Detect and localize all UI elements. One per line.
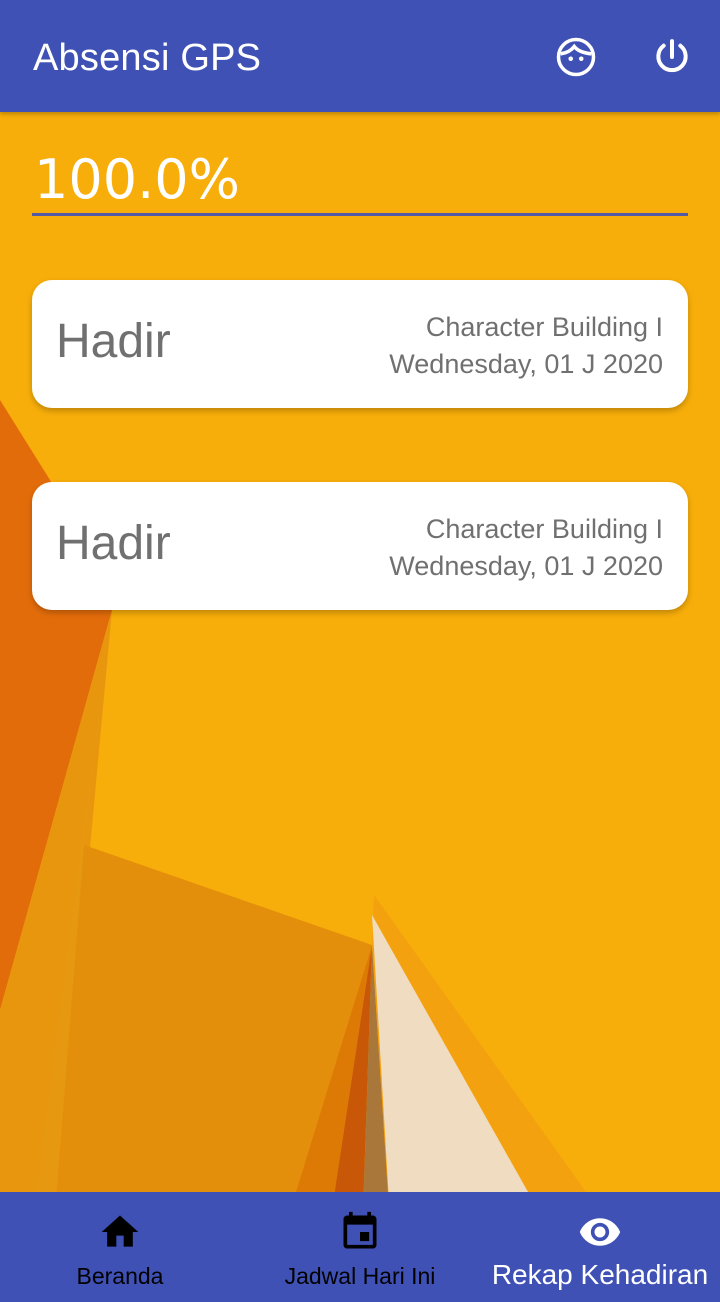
attendance-percentage: 100.0% — [34, 148, 240, 211]
power-icon — [656, 39, 688, 73]
course-name: Character Building I — [425, 514, 663, 544]
nav-item-rekap-kehadiran[interactable]: Rekap Kehadiran — [480, 1192, 720, 1302]
course-name: Character Building I — [425, 312, 663, 342]
app-title: Absensi GPS — [33, 37, 262, 79]
face-icon — [556, 37, 596, 77]
attendance-date: Wednesday, 01 J 2020 — [389, 349, 663, 379]
attendance-date: Wednesday, 01 J 2020 — [389, 551, 663, 581]
attendance-status: Hadir — [56, 517, 171, 570]
profile-button[interactable] — [548, 29, 604, 85]
nav-item-beranda[interactable]: Beranda — [0, 1192, 240, 1302]
attendance-status: Hadir — [56, 315, 171, 368]
app-bar: Absensi GPS — [0, 0, 720, 112]
power-button[interactable] — [644, 29, 700, 85]
bottom-navigation: Beranda Jadwal Hari Ini Rekap Kehadiran — [0, 1192, 720, 1302]
attendance-card[interactable]: Hadir Character Building I Wednesday, 01… — [32, 280, 688, 408]
nav-label-jadwal-hari-ini: Jadwal Hari Ini — [284, 1263, 436, 1289]
nav-label-rekap-kehadiran: Rekap Kehadiran — [491, 1259, 709, 1290]
attendance-percentage-field: 100.0% — [32, 140, 688, 216]
calendar-event-icon — [338, 1210, 382, 1254]
attendance-card[interactable]: Hadir Character Building I Wednesday, 01… — [32, 482, 688, 610]
eye-icon — [578, 1210, 622, 1254]
nav-item-jadwal-hari-ini[interactable]: Jadwal Hari Ini — [240, 1192, 480, 1302]
home-icon — [98, 1210, 142, 1254]
nav-label-beranda: Beranda — [76, 1263, 164, 1289]
